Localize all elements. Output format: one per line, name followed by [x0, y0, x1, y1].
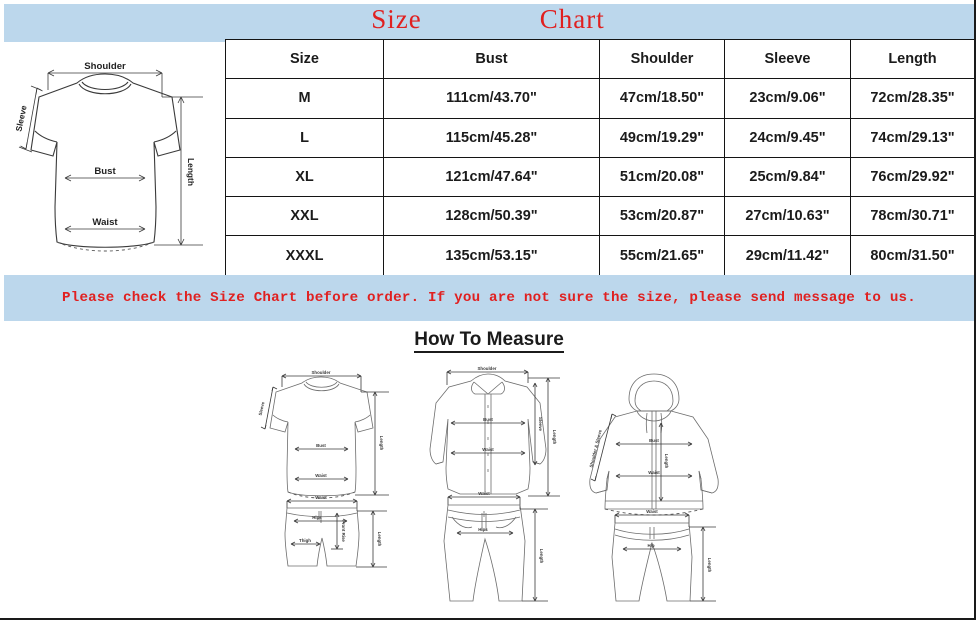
- label-shoulder: Shoulder: [311, 370, 330, 375]
- cell-shoulder: 47cm/18.50": [599, 78, 725, 119]
- cell-size: XL: [225, 156, 384, 198]
- label-bust: Bust: [94, 166, 116, 177]
- cell-sleeve: 29cm/11.42": [724, 235, 851, 276]
- label-bust: Bust: [483, 417, 493, 422]
- label-shoulder-and-sleeve: Shoulder & Sleeve: [588, 429, 602, 468]
- cell-size: L: [225, 117, 384, 158]
- label-waist-pants: Waist: [478, 491, 490, 496]
- cell-sleeve: 23cm/9.06": [724, 78, 851, 119]
- cell-shoulder: 55cm/21.65": [599, 235, 725, 276]
- notice-text: Please check the Size Chart before order…: [62, 290, 916, 306]
- label-hip-joggers: Hip: [647, 543, 654, 548]
- size-table: Size Bust Shoulder Sleeve Length M 111cm…: [225, 38, 974, 276]
- cell-sleeve: 24cm/9.45": [724, 117, 851, 158]
- label-sleeve: Sleeve: [13, 104, 28, 132]
- column-header-shoulder: Shoulder: [599, 38, 725, 80]
- hoodie-joggers-svg: Shoulder & Sleeve Bust Waist Length Wais…: [588, 373, 719, 602]
- cell-shoulder: 51cm/20.08": [599, 156, 725, 198]
- cell-sleeve: 27cm/10.63": [724, 196, 851, 237]
- cell-size: XXXL: [225, 235, 384, 276]
- label-length-joggers: Length: [707, 558, 712, 573]
- notice-band: Please check the Size Chart before order…: [4, 275, 974, 321]
- figure-hoodie-and-joggers: Shoulder & Sleeve Bust Waist Length Wais…: [579, 361, 741, 606]
- label-thigh: Thigh: [299, 538, 311, 543]
- tshirt-shorts-svg: Shoulder Sleeve Bust Length Waist Waist …: [258, 370, 389, 568]
- cell-bust: 128cm/50.39": [383, 196, 600, 237]
- label-length: Length: [186, 158, 196, 186]
- label-bust: Bust: [316, 443, 326, 448]
- label-shoulder: Shoulder: [477, 366, 496, 371]
- size-chart-page: Size Chart Shoulder Sleeve Bust Waist Le…: [0, 0, 976, 620]
- cell-length: 74cm/29.13": [850, 117, 974, 158]
- label-length-pants: Length: [539, 549, 544, 564]
- table-row: L 115cm/45.28" 49cm/19.29" 24cm/9.45" 74…: [225, 117, 974, 158]
- cell-sleeve: 25cm/9.84": [724, 156, 851, 198]
- label-length-shirt: Length: [552, 430, 557, 445]
- table-row: M 111cm/43.70" 47cm/18.50" 23cm/9.06" 72…: [225, 78, 974, 119]
- table-row: XL 121cm/47.64" 51cm/20.08" 25cm/9.84" 7…: [225, 156, 974, 198]
- shirt-pants-svg: Shoulder Bust Waist Sleeve Length Waist …: [429, 366, 560, 602]
- tshirt-measurement-diagram: Shoulder Sleeve Bust Waist Length: [4, 42, 225, 273]
- figure-tshirt-and-shorts: Shoulder Sleeve Bust Length Waist Waist …: [249, 361, 411, 606]
- cell-bust: 121cm/47.64": [383, 156, 600, 198]
- label-hips-pants: Hips: [478, 527, 488, 532]
- cell-length: 80cm/31.50": [850, 235, 974, 276]
- label-length-top: Length: [379, 436, 384, 451]
- cell-length: 72cm/28.35": [850, 78, 974, 119]
- label-waist-top: Waist: [315, 473, 327, 478]
- title-word-chart: Chart: [539, 3, 605, 34]
- how-to-measure-title: How To Measure: [4, 329, 974, 353]
- label-bust-hoodie: Bust: [649, 438, 659, 443]
- cell-size: XXL: [225, 196, 384, 237]
- label-waist-hoodie: Waist: [648, 470, 660, 475]
- cell-length: 76cm/29.92": [850, 156, 974, 198]
- label-sleeve: Sleeve: [258, 401, 266, 416]
- figure-shirt-and-pants: Shoulder Bust Waist Sleeve Length Waist …: [415, 361, 577, 606]
- cell-length: 78cm/30.71": [850, 196, 974, 237]
- label-front-rise: Front Rise: [341, 520, 346, 542]
- column-header-length: Length: [850, 38, 974, 80]
- label-waist: Waist: [92, 217, 118, 228]
- how-to-measure-title-text: How To Measure: [414, 329, 564, 353]
- label-waist-shirt: Waist: [482, 447, 494, 452]
- table-row: XXXL 135cm/53.15" 55cm/21.65" 29cm/11.42…: [225, 235, 974, 276]
- label-length-shorts: Length: [377, 532, 382, 547]
- cell-bust: 111cm/43.70": [383, 78, 600, 119]
- tshirt-diagram-svg: Shoulder Sleeve Bust Waist Length: [13, 61, 203, 252]
- title-word-size: Size: [371, 3, 422, 34]
- column-header-bust: Bust: [383, 38, 600, 80]
- column-header-sleeve: Sleeve: [724, 38, 851, 80]
- label-shoulder: Shoulder: [84, 61, 126, 72]
- label-waist-joggers: Waist: [646, 509, 658, 514]
- cell-bust: 115cm/45.28": [383, 117, 600, 158]
- cell-shoulder: 53cm/20.87": [599, 196, 725, 237]
- how-to-measure-section: How To Measure Shoulder Sleeve Bust Leng…: [4, 321, 974, 616]
- cell-shoulder: 49cm/19.29": [599, 117, 725, 158]
- page-title: Size Chart: [0, 2, 974, 36]
- label-sleeve: Sleeve: [538, 417, 543, 431]
- column-header-size: Size: [225, 38, 384, 80]
- label-length-hoodie: Length: [664, 454, 669, 469]
- label-waist-shorts: Waist: [315, 495, 327, 500]
- how-to-measure-figures: Shoulder Sleeve Bust Length Waist Waist …: [249, 361, 739, 606]
- cell-bust: 135cm/53.15": [383, 235, 600, 276]
- table-row: XXL 128cm/50.39" 53cm/20.87" 27cm/10.63"…: [225, 196, 974, 237]
- label-hips: Hips: [312, 515, 322, 520]
- table-header-row: Size Bust Shoulder Sleeve Length: [225, 38, 974, 80]
- cell-size: M: [225, 78, 384, 119]
